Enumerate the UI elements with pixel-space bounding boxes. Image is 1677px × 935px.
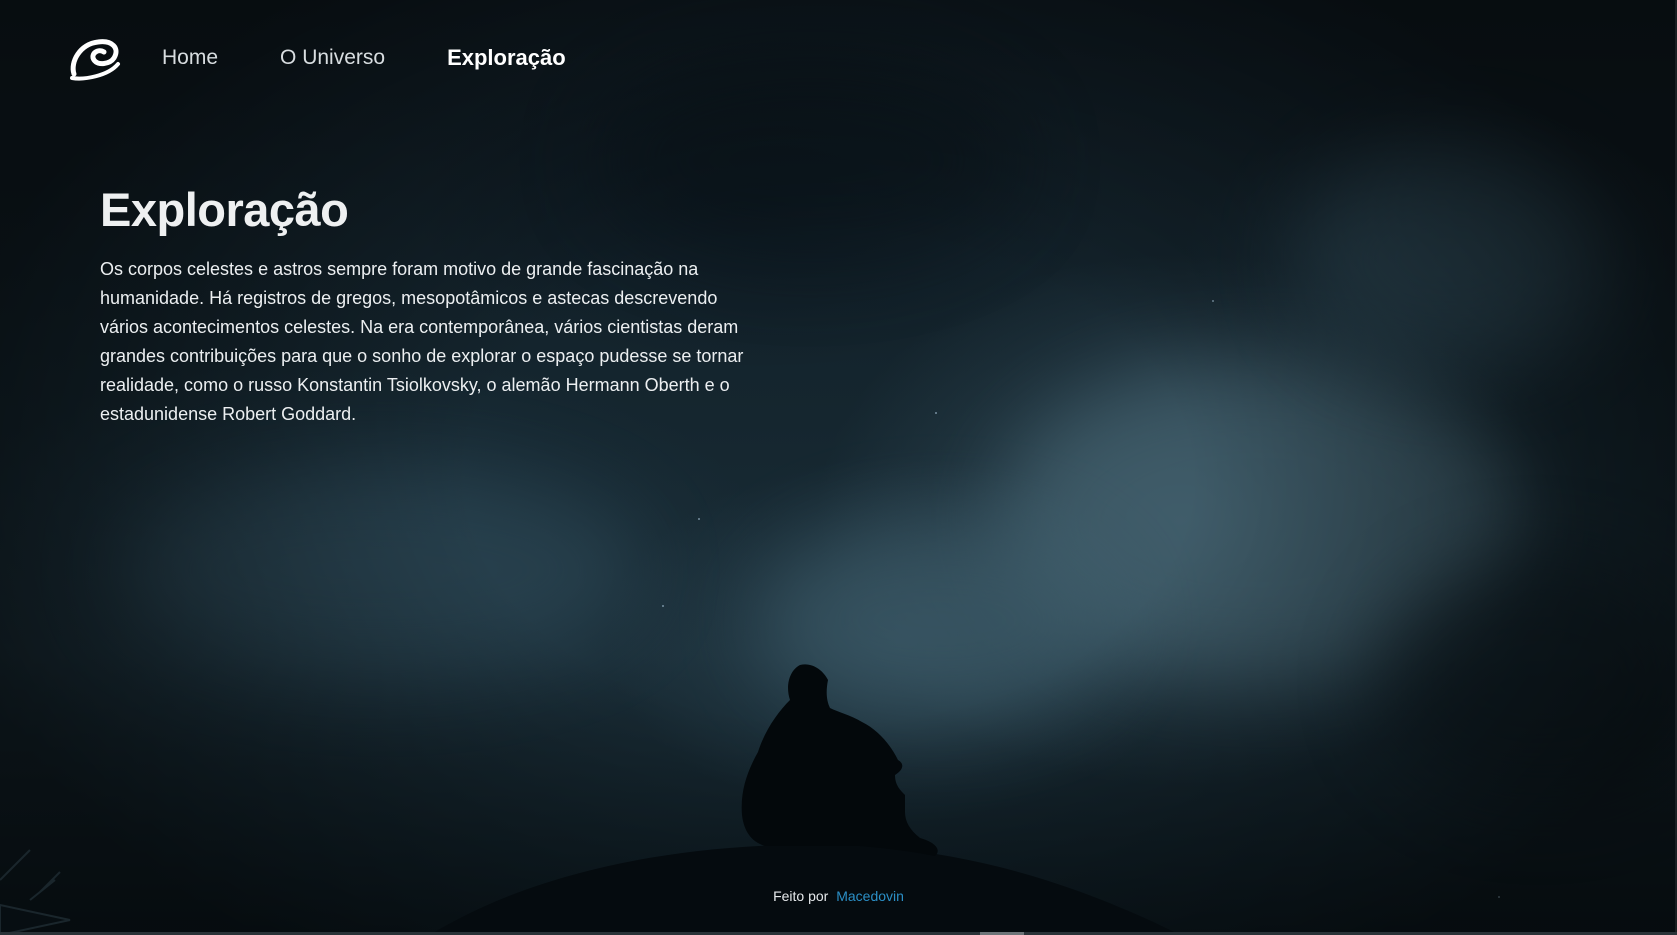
made-by-label: Feito por bbox=[773, 888, 829, 904]
star bbox=[935, 412, 937, 414]
star bbox=[1212, 300, 1214, 302]
nav-link-home[interactable]: Home bbox=[162, 46, 218, 70]
nav-link-o-universo[interactable]: O Universo bbox=[280, 46, 385, 70]
top-navigation: Home O Universo Exploração bbox=[68, 30, 628, 86]
vignette-overlay bbox=[0, 0, 1677, 935]
swirl-galaxy-logo-icon[interactable] bbox=[68, 34, 122, 82]
star bbox=[698, 518, 700, 520]
page-title: Exploração bbox=[100, 183, 349, 236]
sky-cloud bbox=[120, 470, 640, 670]
sky-cloud bbox=[1000, 360, 1520, 680]
sky-cloud bbox=[760, 520, 1120, 720]
sky-cloud bbox=[1300, 150, 1600, 370]
page-background: Home O Universo Exploração Exploração Os… bbox=[0, 0, 1677, 935]
sky-cloud-dark bbox=[1380, 560, 1677, 800]
nav-link-exploracao[interactable]: Exploração bbox=[447, 45, 566, 71]
main-content: Exploração Os corpos celestes e astros s… bbox=[100, 182, 760, 429]
star bbox=[662, 605, 664, 607]
author-link[interactable]: Macedovin bbox=[836, 888, 904, 904]
footer-credit: Feito por Macedovin bbox=[0, 888, 1677, 904]
intro-paragraph: Os corpos celestes e astros sempre foram… bbox=[100, 259, 744, 424]
person-silhouette-illustration bbox=[0, 664, 1180, 935]
